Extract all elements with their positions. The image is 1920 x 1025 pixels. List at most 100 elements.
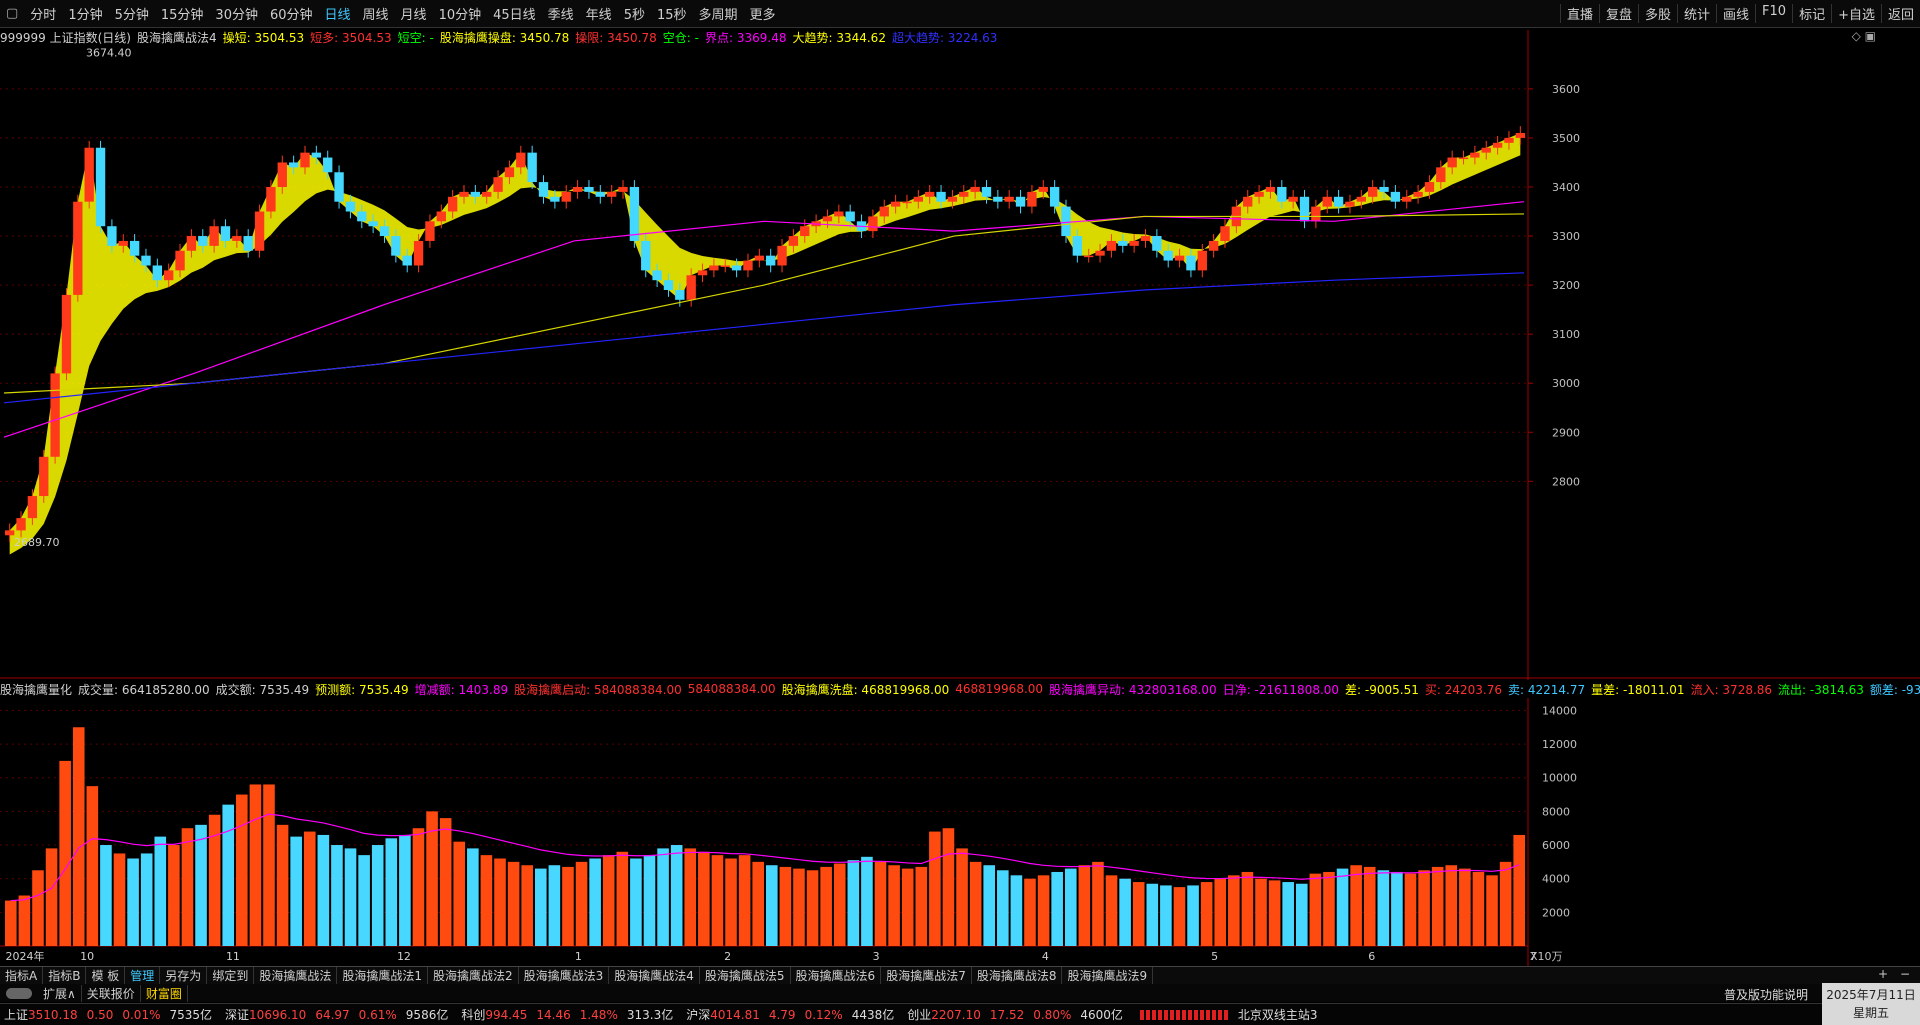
period-tab[interactable]: 周线 <box>357 4 395 23</box>
volume-bar <box>643 855 656 946</box>
indicator-tab[interactable]: 股海擒鹰战法9 <box>1062 967 1154 984</box>
period-tab[interactable]: 分时 <box>24 4 62 23</box>
period-tab[interactable]: 30分钟 <box>209 4 264 23</box>
period-tab[interactable]: 季线 <box>542 4 580 23</box>
volume-tick-label: 2000 <box>1542 906 1570 919</box>
toolbar-button[interactable]: 标记 <box>1792 4 1831 23</box>
volume-bar <box>657 848 669 946</box>
indicator-tab[interactable]: 股海擒鹰战法1 <box>337 967 428 984</box>
volume-bar <box>181 828 194 946</box>
index-percent: 0.01% <box>122 1007 161 1022</box>
volume-bar <box>1431 866 1444 946</box>
price-chart[interactable]: 2800 2900 3000 3100 3200 3300 3400 3500 3600 3674… <box>0 30 1920 680</box>
period-tab[interactable]: 5分钟 <box>109 4 155 23</box>
indicator-tab[interactable]: 股海擒鹰战法 <box>254 967 338 984</box>
candle-body <box>1277 186 1287 202</box>
volume-bar <box>249 784 262 946</box>
volume-bar <box>1214 878 1227 946</box>
period-tab[interactable]: 月线 <box>395 4 433 23</box>
volume-bar <box>1363 866 1376 946</box>
menu-square-icon[interactable]: ▢ <box>0 6 24 21</box>
indicator-tab[interactable]: 指标B <box>43 967 87 984</box>
high-annotation: 3674.40 <box>86 47 132 60</box>
period-tab[interactable]: 45日线 <box>487 4 542 23</box>
server-name[interactable]: 北京双线主站3 <box>1238 1006 1318 1023</box>
indicator-tab[interactable]: 管理 <box>125 967 161 984</box>
remove-panel-icon[interactable]: − <box>1900 967 1910 981</box>
volume-bar <box>1187 885 1199 946</box>
index-label: 沪深 <box>686 1008 711 1022</box>
candle-body <box>1174 255 1185 261</box>
period-tab[interactable]: 15分钟 <box>155 4 210 23</box>
indicator-tab[interactable]: 另存为 <box>160 967 208 984</box>
candle-body <box>925 191 935 197</box>
add-panel-icon[interactable]: + <box>1878 967 1888 981</box>
volume-bar <box>1350 865 1362 946</box>
candle-body <box>1492 142 1503 148</box>
volume-tick-label: 6000 <box>1542 839 1570 852</box>
candle-body <box>788 236 799 246</box>
toggle-switch-icon[interactable] <box>6 987 32 999</box>
candle-body <box>1322 196 1332 207</box>
candle-body <box>754 255 764 261</box>
period-tab[interactable]: 5秒 <box>618 4 651 23</box>
volume-bar <box>317 834 330 946</box>
indicator-tab[interactable]: 股海擒鹰战法4 <box>609 967 700 984</box>
volume-bar <box>820 866 832 946</box>
volume-bar <box>5 900 17 946</box>
legend-item: 预测额: 7535.49 <box>315 682 409 697</box>
period-tab[interactable]: 多周期 <box>693 4 744 23</box>
extension-tab[interactable]: 财富圈 <box>141 984 188 1002</box>
index-label: 深证 <box>225 1008 250 1022</box>
toolbar-button[interactable]: 多股 <box>1637 4 1677 23</box>
candle-body <box>697 270 708 276</box>
indicator-tab[interactable]: 股海擒鹰战法3 <box>519 967 610 984</box>
indicator-tab[interactable]: 股海擒鹰战法2 <box>428 967 519 984</box>
candle-body <box>834 211 844 217</box>
volume-chart[interactable]: 20004000600080001000012000140002024年 10 11… <box>0 698 1920 966</box>
indicator-tab[interactable]: 股海擒鹰战法6 <box>791 967 882 984</box>
volume-indicator-legend: 股海擒鹰量化 成交量: 664185280.00 成交额: 7535.49 预测额: … <box>0 680 1920 698</box>
period-tab[interactable]: 更多 <box>744 4 782 23</box>
candle-body <box>1299 196 1310 222</box>
period-tab[interactable]: 10分钟 <box>433 4 488 23</box>
candle-body <box>1186 255 1196 271</box>
legend-item: 量差: -18011.01 <box>1591 682 1685 697</box>
candle-body <box>504 167 515 178</box>
help-link[interactable]: 普及版功能说明 <box>1724 986 1808 1003</box>
toolbar-button[interactable]: 复盘 <box>1598 4 1638 23</box>
index-amount: 313.3亿 <box>626 1008 674 1022</box>
index-amount: 4600亿 <box>1080 1008 1123 1022</box>
indicator-tab[interactable]: 股海擒鹰战法8 <box>972 967 1063 984</box>
period-tab[interactable]: 年线 <box>580 4 618 23</box>
index-change: 0.50 <box>86 1007 114 1022</box>
toolbar-button[interactable]: 直播 <box>1559 4 1599 23</box>
indicator-tab[interactable]: 股海擒鹰战法5 <box>700 967 791 984</box>
toolbar-button[interactable]: +自选 <box>1831 4 1881 23</box>
period-tab[interactable]: 日线 <box>319 4 357 23</box>
extension-tab[interactable]: 扩展∧ <box>38 984 82 1002</box>
extension-tab[interactable]: 关联报价 <box>82 984 141 1002</box>
period-tab[interactable]: 1分钟 <box>62 4 108 23</box>
toolbar-button[interactable]: F10 <box>1755 4 1792 23</box>
period-tab[interactable]: 60分钟 <box>264 4 319 23</box>
legend-item: 成交量: 664185280.00 <box>78 682 210 697</box>
indicator-tab[interactable]: 指标A <box>0 967 44 984</box>
indicator-tab[interactable]: 模 板 <box>86 967 126 984</box>
month-label: 3 <box>873 950 880 963</box>
index-value: 4014.81 <box>710 1007 760 1022</box>
candle-body <box>1061 206 1071 237</box>
toolbar-button[interactable]: 统计 <box>1677 4 1716 23</box>
toolbar-button[interactable]: 画线 <box>1716 4 1755 23</box>
indicator-tab[interactable]: 股海擒鹰战法7 <box>881 967 972 984</box>
volume-bar <box>467 848 479 946</box>
volume-bar <box>290 836 302 946</box>
indicator-tab[interactable]: 绑定到 <box>207 967 255 984</box>
candle-body <box>447 196 458 212</box>
volume-bar <box>1092 861 1104 946</box>
date-display: 2025年7月11日 星期五 <box>1822 983 1920 1025</box>
toolbar-button[interactable]: 返回 <box>1880 4 1920 23</box>
volume-bar <box>263 784 275 946</box>
volume-bar <box>929 831 941 946</box>
period-tab[interactable]: 15秒 <box>651 4 693 23</box>
